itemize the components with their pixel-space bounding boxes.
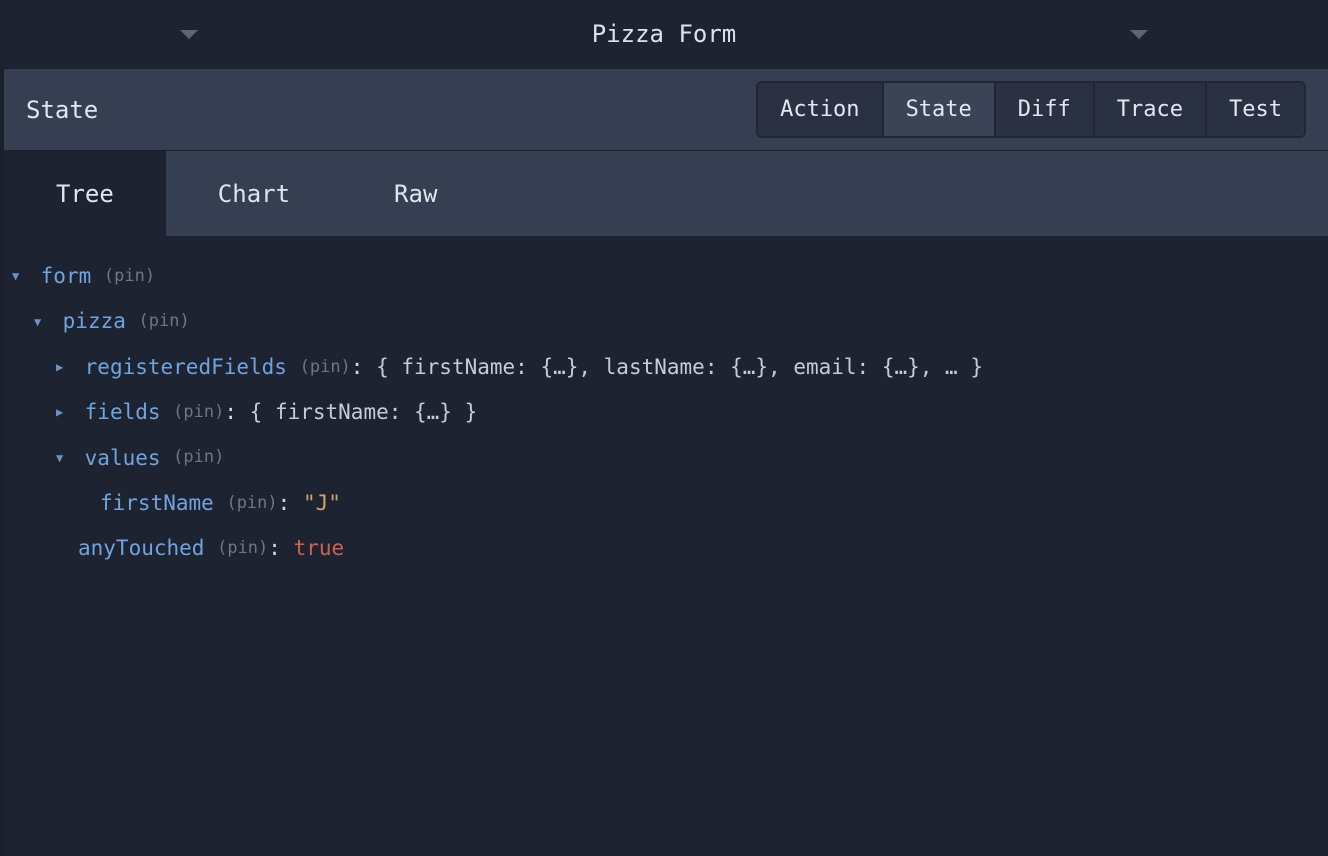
colon: : — [224, 398, 249, 427]
tree-node-pizza[interactable]: ▼ pizza (pin) — [12, 299, 1320, 344]
tree-key: form — [41, 262, 92, 291]
pin-button[interactable]: (pin) — [104, 265, 155, 289]
tree-node-firstname[interactable]: firstName (pin) : "J" — [12, 481, 1320, 526]
pin-button[interactable]: (pin) — [173, 446, 224, 470]
inspector-toolbar: State Action State Diff Trace Test — [0, 68, 1328, 151]
view-tab-group: Tree Chart Raw — [0, 151, 1328, 236]
tree-value-boolean: true — [294, 534, 345, 563]
colon: : — [351, 353, 376, 382]
toolbar-label: State — [26, 96, 98, 124]
tree-node-anytouched[interactable]: anyTouched (pin) : true — [12, 526, 1320, 571]
pin-button[interactable]: (pin) — [217, 537, 268, 561]
colon: : — [268, 534, 293, 563]
tree-key: values — [85, 444, 161, 473]
view-tab-raw[interactable]: Raw — [342, 151, 489, 236]
title-bar: Pizza Form — [0, 0, 1328, 68]
expand-toggle-icon[interactable]: ▼ — [34, 314, 50, 331]
pin-button[interactable]: (pin) — [300, 356, 351, 380]
expand-toggle-icon[interactable]: ▼ — [12, 268, 28, 285]
tree-value-string: "J" — [303, 489, 341, 518]
colon: : — [278, 489, 303, 518]
expand-toggle-icon[interactable]: ▼ — [56, 450, 72, 467]
state-tree: ▼ form (pin) ▼ pizza (pin) ▶ registeredF… — [0, 236, 1328, 856]
tree-key: pizza — [63, 307, 126, 336]
view-tab-tree[interactable]: Tree — [4, 151, 166, 236]
pin-button[interactable]: (pin) — [139, 310, 190, 334]
tree-node-fields[interactable]: ▶ fields (pin) : { firstName: {…} } — [12, 390, 1320, 435]
tree-key: anyTouched — [78, 534, 204, 563]
tab-trace[interactable]: Trace — [1093, 83, 1205, 136]
dropdown-left-icon[interactable] — [180, 30, 198, 39]
dropdown-right-icon[interactable] — [1130, 30, 1148, 39]
panel-title: Pizza Form — [592, 20, 737, 48]
tree-key: registeredFields — [85, 353, 287, 382]
tab-diff[interactable]: Diff — [994, 83, 1093, 136]
tree-key: fields — [85, 398, 161, 427]
pin-button[interactable]: (pin) — [226, 492, 277, 516]
expand-toggle-icon[interactable]: ▶ — [56, 359, 72, 376]
pin-button[interactable]: (pin) — [173, 401, 224, 425]
tree-key: firstName — [100, 489, 214, 518]
tab-action[interactable]: Action — [758, 83, 881, 136]
tree-value-preview: { firstName: {…} } — [250, 398, 478, 427]
expand-toggle-icon[interactable]: ▶ — [56, 404, 72, 421]
tree-node-values[interactable]: ▼ values (pin) — [12, 436, 1320, 481]
tab-state[interactable]: State — [882, 83, 994, 136]
view-tab-chart[interactable]: Chart — [166, 151, 342, 236]
tree-node-form[interactable]: ▼ form (pin) — [12, 254, 1320, 299]
tree-node-registeredfields[interactable]: ▶ registeredFields (pin) : { firstName: … — [12, 345, 1320, 390]
tree-value-preview: { firstName: {…}, lastName: {…}, email: … — [376, 353, 983, 382]
tab-test[interactable]: Test — [1205, 83, 1304, 136]
inspector-tab-group: Action State Diff Trace Test — [756, 81, 1306, 138]
